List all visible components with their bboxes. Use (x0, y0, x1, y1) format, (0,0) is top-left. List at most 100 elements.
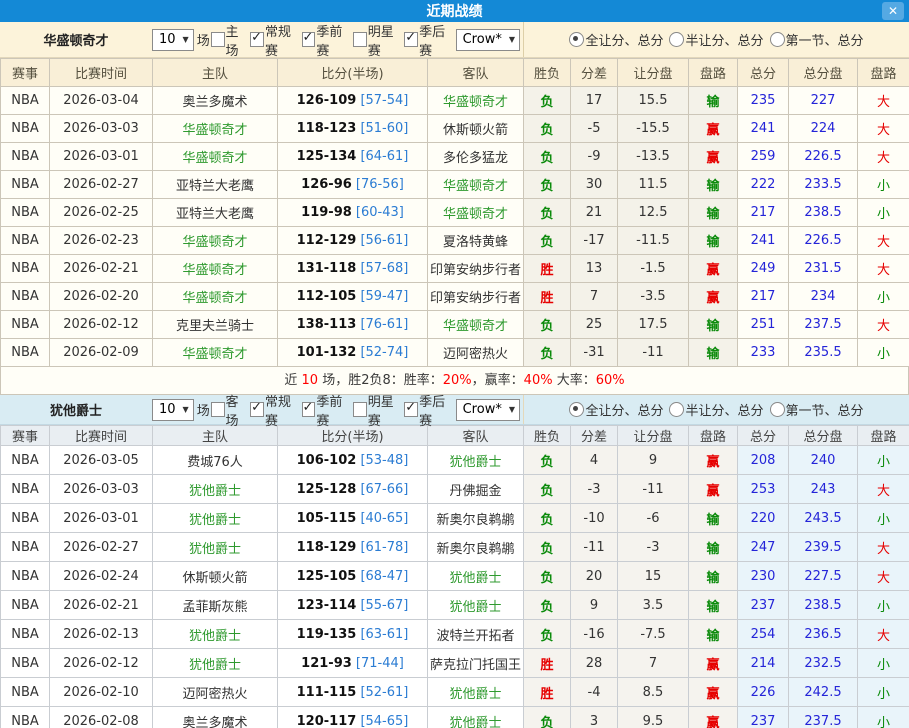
away-team-link[interactable]: 新奥尔良鹈鹕 (436, 542, 514, 557)
away-team-link[interactable]: 新奥尔良鹈鹕 (436, 513, 514, 528)
home-team-link[interactable]: 华盛顿奇才 (182, 263, 247, 278)
home-team-link[interactable]: 休斯顿火箭 (182, 571, 247, 586)
checkbox-icon[interactable] (404, 402, 418, 417)
home-team-link[interactable]: 克里夫兰骑士 (176, 319, 254, 334)
home-team-link[interactable]: 费城76人 (187, 455, 243, 470)
odds-mode-radio-item[interactable]: 第一节、总分 (770, 30, 864, 49)
bookmaker-select[interactable]: Crow*▼ (456, 29, 520, 51)
handicap-result-value: 赢 (706, 658, 719, 673)
home-team-link[interactable]: 亚特兰大老鹰 (176, 207, 254, 222)
col-header-handicap-result: 盘路 (689, 59, 738, 87)
checkbox-label: 常规赛 (265, 21, 301, 59)
handicap-cell: -1.5 (618, 255, 689, 283)
result-cell: 负 (524, 707, 571, 728)
odds-mode-radio-item[interactable]: 全让分、总分 (569, 400, 663, 419)
away-team-link[interactable]: 犹他爵士 (449, 571, 501, 586)
home-team-link[interactable]: 华盛顿奇才 (182, 291, 247, 306)
home-team-link[interactable]: 华盛顿奇才 (182, 123, 247, 138)
odds-mode-radio-item[interactable]: 全让分、总分 (569, 30, 663, 49)
filter-checkbox-item[interactable]: 明星赛 (353, 391, 403, 429)
away-team-link[interactable]: 犹他爵士 (449, 687, 501, 702)
home-team-link[interactable]: 华盛顿奇才 (182, 235, 247, 250)
away-team-link[interactable]: 华盛顿奇才 (443, 207, 508, 222)
filter-checkbox-item[interactable]: 客场 (211, 391, 249, 429)
checkbox-icon[interactable] (353, 32, 367, 47)
col-header-away: 客队 (428, 426, 524, 446)
filter-checkbox-item[interactable]: 季后赛 (404, 391, 454, 429)
away-team-link[interactable]: 多伦多猛龙 (443, 151, 508, 166)
result-cell: 负 (524, 227, 571, 255)
checkbox-icon[interactable] (404, 32, 418, 47)
home-team-link[interactable]: 孟菲斯灰熊 (182, 600, 247, 615)
filter-checkbox-item[interactable]: 常规赛 (250, 21, 300, 59)
away-team-link[interactable]: 丹佛掘金 (449, 484, 501, 499)
radio-icon[interactable] (770, 402, 785, 417)
checkbox-icon[interactable] (353, 402, 367, 417)
away-team-link[interactable]: 华盛顿奇才 (443, 95, 508, 110)
away-team-link[interactable]: 犹他爵士 (449, 716, 501, 728)
odds-mode-radio-item[interactable]: 半让分、总分 (669, 400, 763, 419)
checkbox-icon[interactable] (211, 402, 225, 417)
home-team-link[interactable]: 华盛顿奇才 (182, 151, 247, 166)
score-cell: 126-109 [57-54] (278, 87, 428, 115)
games-count-select[interactable]: 10▼ (152, 399, 194, 421)
radio-icon[interactable] (669, 402, 684, 417)
away-team-link[interactable]: 印第安纳步行者 (430, 291, 521, 306)
away-team-link[interactable]: 犹他爵士 (449, 455, 501, 470)
home-team-link[interactable]: 奥兰多魔术 (182, 95, 247, 110)
away-team-link[interactable]: 夏洛特黄蜂 (443, 235, 508, 250)
away-team-link[interactable]: 波特兰开拓者 (436, 629, 514, 644)
filter-checkbox-item[interactable]: 季前赛 (302, 21, 352, 59)
radio-icon[interactable] (569, 32, 584, 47)
league-cell: NBA (1, 678, 50, 707)
home-team-link[interactable]: 犹他爵士 (189, 658, 241, 673)
home-team-link[interactable]: 华盛顿奇才 (182, 347, 247, 362)
away-team-link[interactable]: 迈阿密热火 (443, 347, 508, 362)
checkbox-icon[interactable] (250, 32, 264, 47)
diff-cell: -31 (571, 339, 618, 367)
half-score: [52-61] (360, 685, 408, 700)
final-score: 138-113 (297, 317, 357, 332)
radio-icon[interactable] (669, 32, 684, 47)
odds-mode-radio-item[interactable]: 第一节、总分 (770, 400, 864, 419)
home-team-link[interactable]: 犹他爵士 (189, 542, 241, 557)
home-team-link[interactable]: 犹他爵士 (189, 484, 241, 499)
filter-checkbox-item[interactable]: 季前赛 (302, 391, 352, 429)
away-team-link[interactable]: 华盛顿奇才 (443, 319, 508, 334)
away-team-link[interactable]: 华盛顿奇才 (443, 179, 508, 194)
away-team-cell: 犹他爵士 (428, 562, 524, 591)
away-team-link[interactable]: 印第安纳步行者 (430, 263, 521, 278)
handicap-result-cell: 输 (689, 533, 738, 562)
away-team-link[interactable]: 休斯顿火箭 (443, 123, 508, 138)
filter-checkbox-item[interactable]: 主场 (211, 21, 249, 59)
ou-cell: 小 (858, 591, 909, 620)
home-team-link[interactable]: 犹他爵士 (189, 513, 241, 528)
summary-text: ，赢率： (472, 373, 524, 388)
final-score: 120-117 (297, 714, 357, 728)
handicap-result-value: 输 (706, 571, 719, 586)
checkbox-icon[interactable] (250, 402, 264, 417)
away-team-link[interactable]: 犹他爵士 (449, 600, 501, 615)
home-team-link[interactable]: 奥兰多魔术 (182, 716, 247, 728)
away-team-cell: 犹他爵士 (428, 707, 524, 728)
checkbox-icon[interactable] (302, 32, 316, 47)
filter-checkbox-item[interactable]: 明星赛 (353, 21, 403, 59)
games-count-select[interactable]: 10▼ (152, 29, 194, 51)
checkbox-icon[interactable] (302, 402, 316, 417)
radio-icon[interactable] (569, 402, 584, 417)
home-team-link[interactable]: 犹他爵士 (189, 629, 241, 644)
close-icon[interactable]: ✕ (882, 2, 904, 20)
home-team-link[interactable]: 亚特兰大老鹰 (176, 179, 254, 194)
checkbox-icon[interactable] (211, 32, 225, 47)
away-team-link[interactable]: 萨克拉门托国王 (430, 658, 521, 673)
bookmaker-select[interactable]: Crow*▼ (456, 399, 520, 421)
recent-results-dialog: 近期战绩 ✕ 华盛顿奇才 10▼ 场 主场 常规赛 季前赛 明星赛 季后赛 Cr… (0, 0, 909, 728)
filter-checkbox-item[interactable]: 常规赛 (250, 391, 300, 429)
radio-icon[interactable] (770, 32, 785, 47)
filter-checkbox-item[interactable]: 季后赛 (404, 21, 454, 59)
home-team-link[interactable]: 迈阿密热火 (182, 687, 247, 702)
col-header-ou: 盘路 (858, 426, 909, 446)
odds-mode-radio-item[interactable]: 半让分、总分 (669, 30, 763, 49)
result-cell: 胜 (524, 649, 571, 678)
diff-cell: -4 (571, 678, 618, 707)
